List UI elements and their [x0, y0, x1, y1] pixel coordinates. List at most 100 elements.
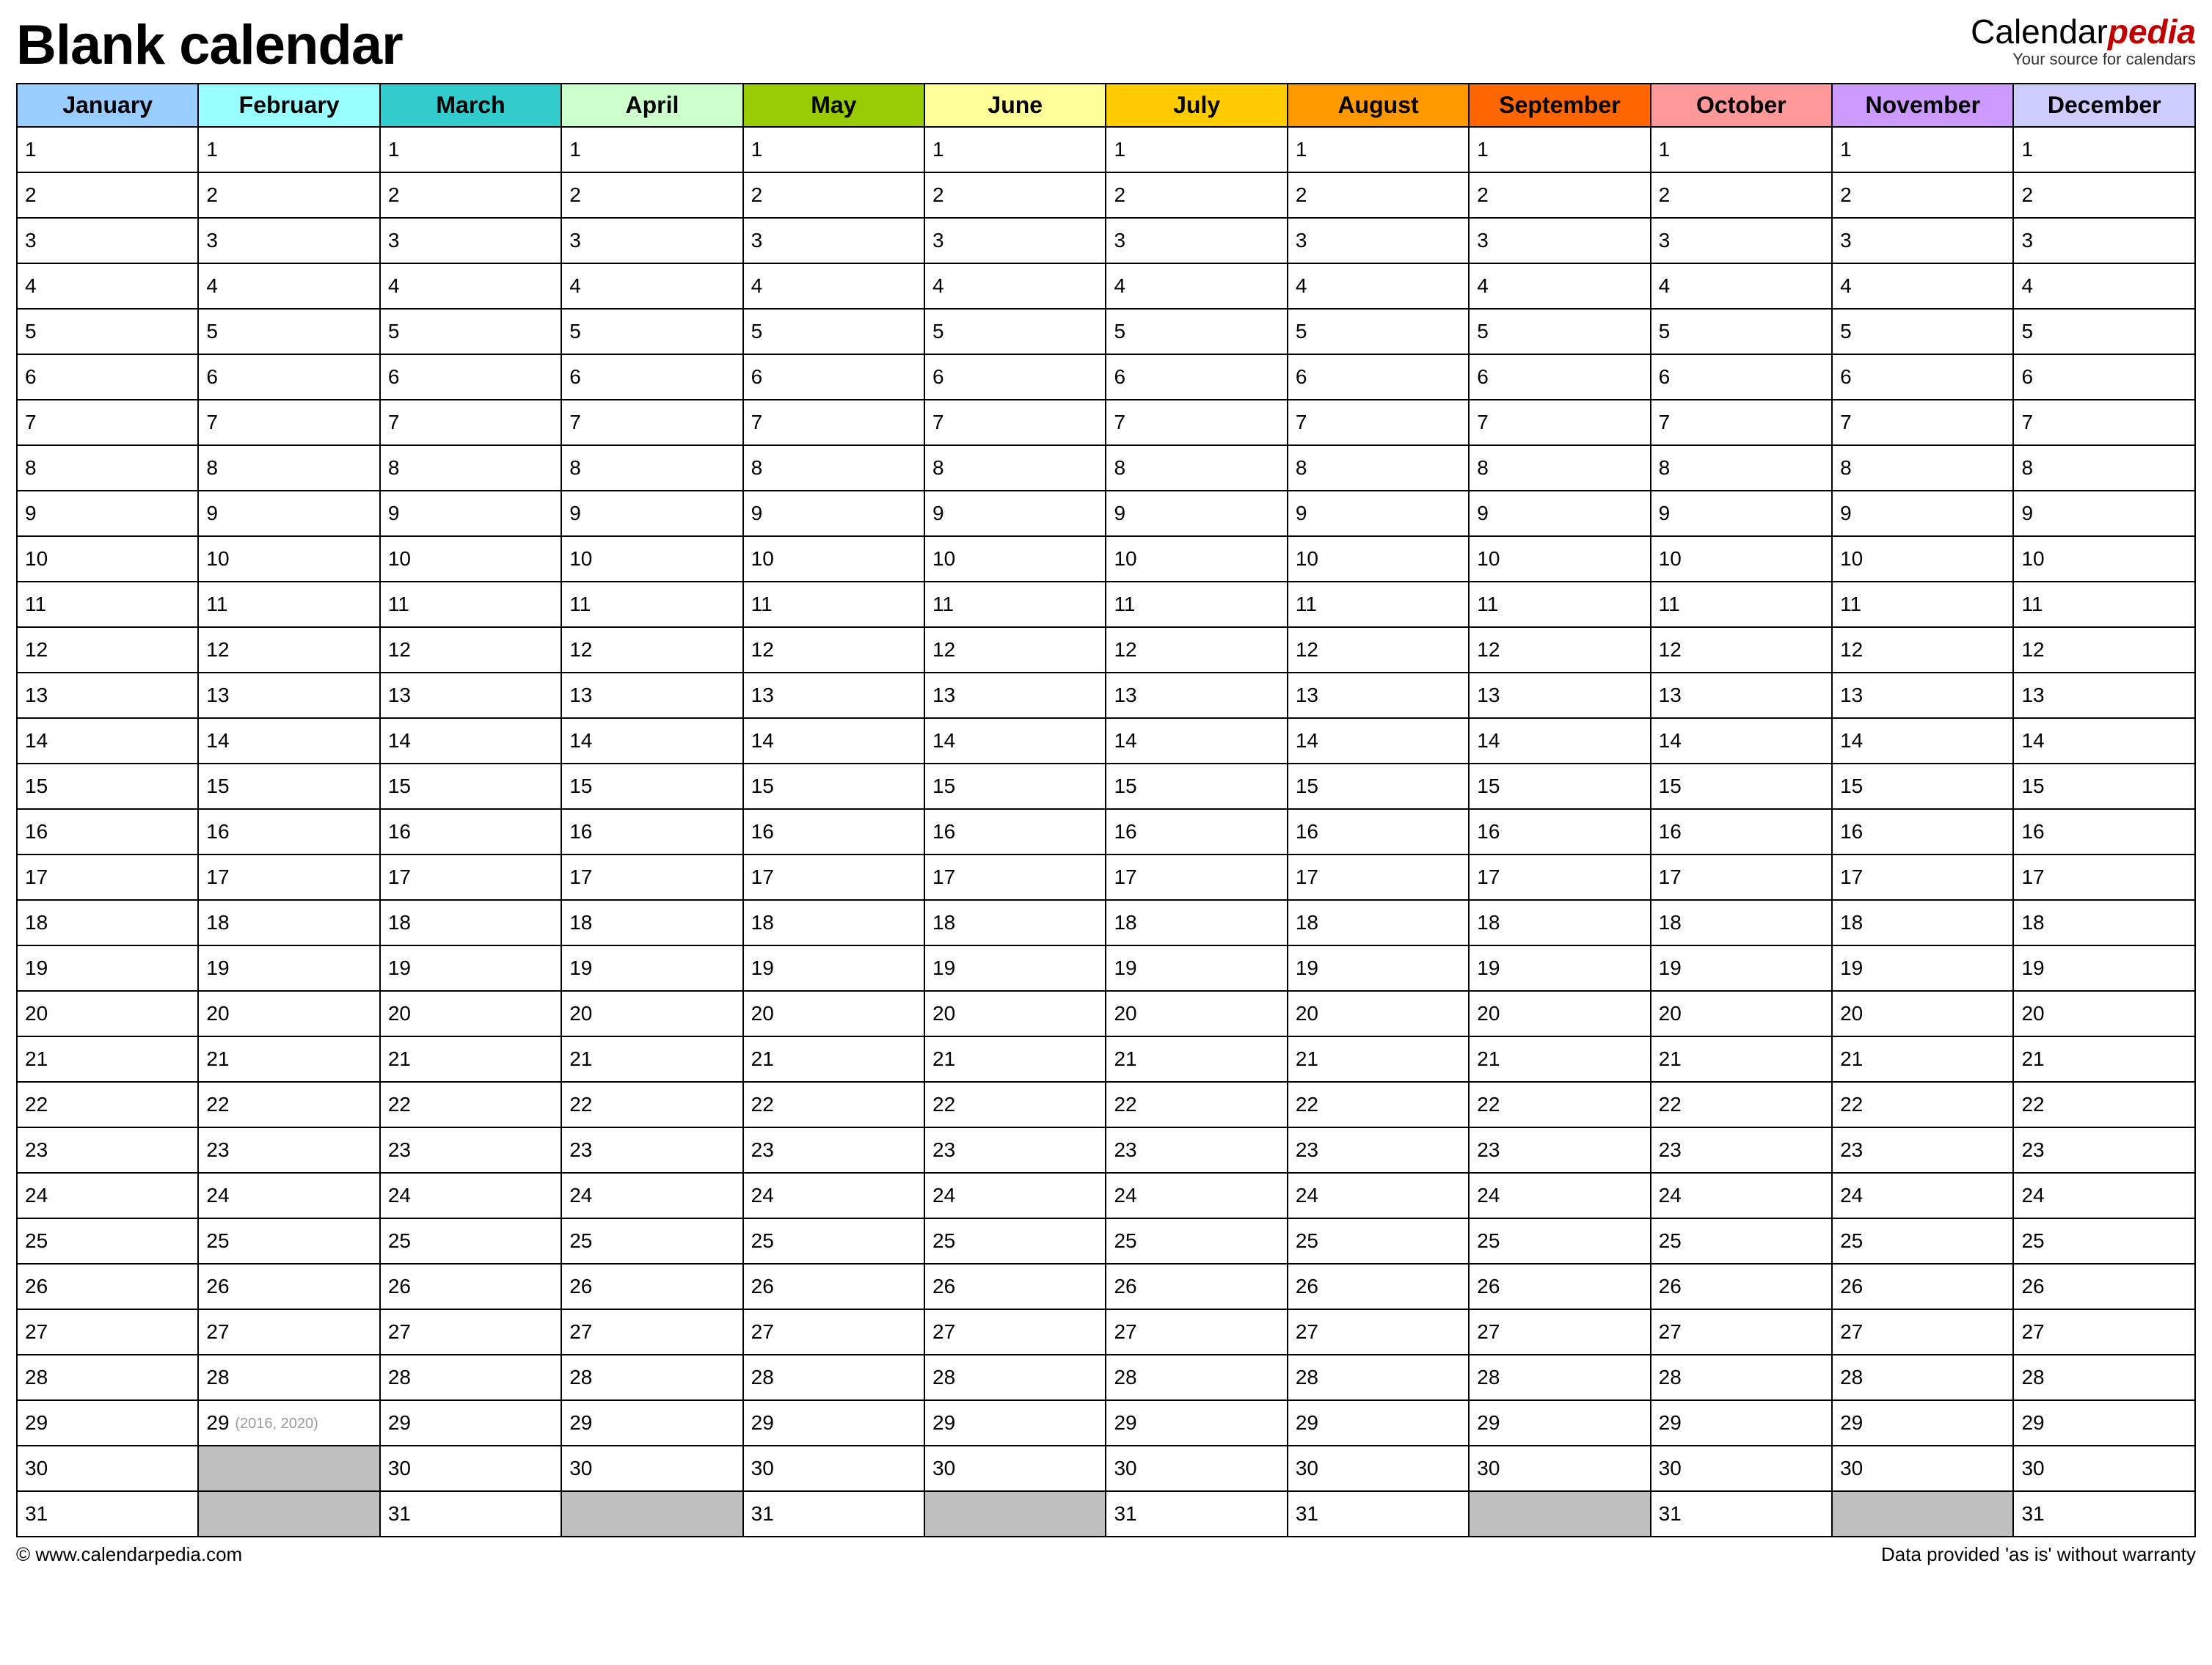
day-cell: 16: [743, 809, 924, 855]
day-cell: 25: [1106, 1218, 1287, 1264]
day-cell: 23: [380, 1127, 561, 1173]
day-cell: 17: [924, 855, 1106, 900]
day-cell: 16: [1651, 809, 1832, 855]
day-cell: 1: [1106, 127, 1287, 172]
day-row: 272727272727272727272727: [17, 1309, 2195, 1355]
day-cell: 3: [17, 218, 198, 263]
day-cell: 18: [561, 900, 742, 945]
month-header-august: August: [1288, 84, 1469, 127]
brand-tagline: Your source for calendars: [1971, 51, 2196, 68]
day-cell: 15: [17, 764, 198, 809]
day-cell: 22: [743, 1082, 924, 1127]
day-cell: 12: [743, 627, 924, 673]
day-cell: 31: [743, 1491, 924, 1537]
day-cell: 10: [1832, 536, 2013, 582]
day-cell: 1: [1288, 127, 1469, 172]
day-cell: 14: [743, 718, 924, 764]
day-cell: 29: [1288, 1400, 1469, 1446]
day-cell: 3: [1288, 218, 1469, 263]
day-cell: 19: [1832, 945, 2013, 991]
day-cell: 23: [17, 1127, 198, 1173]
day-row: 31313131313131: [17, 1491, 2195, 1537]
day-cell: 25: [743, 1218, 924, 1264]
day-cell: 5: [561, 309, 742, 354]
day-cell: 12: [1832, 627, 2013, 673]
day-cell: 13: [2013, 673, 2195, 718]
day-cell: 14: [2013, 718, 2195, 764]
day-cell: 29: [561, 1400, 742, 1446]
day-cell: 13: [924, 673, 1106, 718]
day-cell: 6: [561, 354, 742, 400]
day-cell: 15: [2013, 764, 2195, 809]
day-cell: 3: [380, 218, 561, 263]
day-cell: 14: [1469, 718, 1650, 764]
day-cell: 27: [198, 1309, 379, 1355]
day-cell: 12: [17, 627, 198, 673]
day-cell: 9: [743, 491, 924, 536]
day-cell: 5: [380, 309, 561, 354]
day-cell: 25: [2013, 1218, 2195, 1264]
day-cell: 13: [1469, 673, 1650, 718]
day-cell: 6: [17, 354, 198, 400]
day-row: 888888888888: [17, 445, 2195, 491]
day-cell: 8: [198, 445, 379, 491]
day-cell: 9: [1288, 491, 1469, 536]
day-cell: 9: [198, 491, 379, 536]
day-cell: 23: [1288, 1127, 1469, 1173]
day-cell: 26: [17, 1264, 198, 1309]
day-cell: 2: [1469, 172, 1650, 218]
day-cell: 11: [1651, 582, 1832, 627]
day-cell: 22: [1288, 1082, 1469, 1127]
day-cell: 4: [17, 263, 198, 309]
day-cell: 9: [380, 491, 561, 536]
day-cell: 22: [561, 1082, 742, 1127]
day-cell: 2: [561, 172, 742, 218]
calendar-header-row: JanuaryFebruaryMarchAprilMayJuneJulyAugu…: [17, 84, 2195, 127]
day-cell: 7: [1469, 400, 1650, 445]
day-cell: 8: [743, 445, 924, 491]
day-cell: 12: [1651, 627, 1832, 673]
day-cell: 21: [1106, 1036, 1287, 1082]
day-cell: 27: [743, 1309, 924, 1355]
day-cell: 17: [380, 855, 561, 900]
day-cell: 21: [17, 1036, 198, 1082]
day-cell: 10: [924, 536, 1106, 582]
day-cell: 13: [17, 673, 198, 718]
month-header-january: January: [17, 84, 198, 127]
day-cell: 22: [1469, 1082, 1650, 1127]
day-cell: 21: [1832, 1036, 2013, 1082]
day-cell: 11: [1469, 582, 1650, 627]
day-cell: 10: [1288, 536, 1469, 582]
day-cell: 27: [561, 1309, 742, 1355]
day-cell: 21: [1469, 1036, 1650, 1082]
day-row: 262626262626262626262626: [17, 1264, 2195, 1309]
day-cell: 5: [1832, 309, 2013, 354]
month-header-march: March: [380, 84, 561, 127]
day-cell: 14: [198, 718, 379, 764]
day-cell: 2: [743, 172, 924, 218]
day-cell: 9: [17, 491, 198, 536]
day-cell: 8: [1106, 445, 1287, 491]
day-cell: 4: [1469, 263, 1650, 309]
day-cell: 3: [743, 218, 924, 263]
day-cell: 31: [1651, 1491, 1832, 1537]
day-cell: 26: [924, 1264, 1106, 1309]
day-cell: 16: [561, 809, 742, 855]
day-cell: 26: [1469, 1264, 1650, 1309]
day-cell: 24: [2013, 1173, 2195, 1218]
day-cell: 4: [1106, 263, 1287, 309]
day-cell: 26: [2013, 1264, 2195, 1309]
day-row: 242424242424242424242424: [17, 1173, 2195, 1218]
month-header-june: June: [924, 84, 1106, 127]
day-cell: 2: [1832, 172, 2013, 218]
day-cell: 11: [1106, 582, 1287, 627]
day-cell: 2: [1106, 172, 1287, 218]
day-cell: 17: [743, 855, 924, 900]
day-cell: 2: [924, 172, 1106, 218]
day-row: 181818181818181818181818: [17, 900, 2195, 945]
day-cell: 22: [1832, 1082, 2013, 1127]
day-row: 202020202020202020202020: [17, 991, 2195, 1036]
day-cell: 5: [743, 309, 924, 354]
month-header-december: December: [2013, 84, 2195, 127]
day-row: 141414141414141414141414: [17, 718, 2195, 764]
